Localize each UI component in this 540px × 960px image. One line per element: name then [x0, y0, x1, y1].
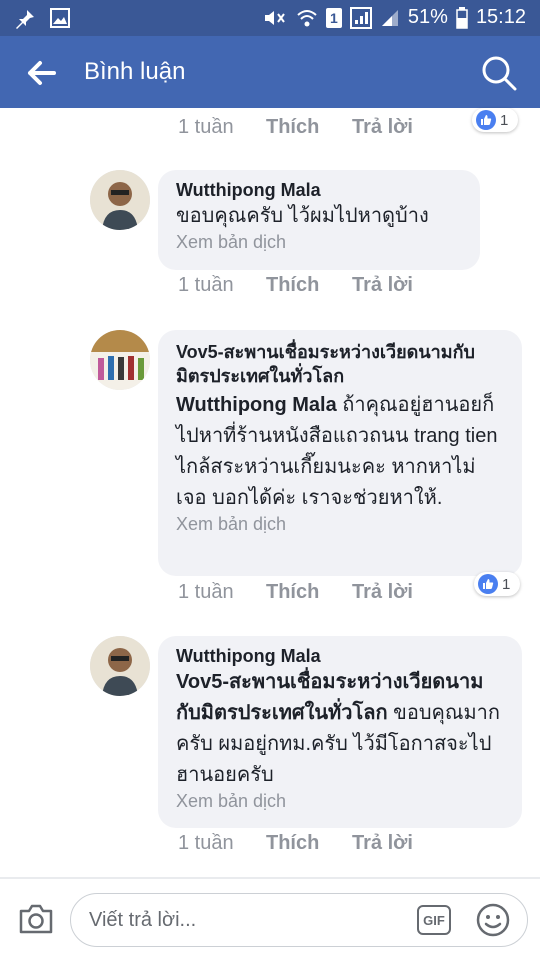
reply-button[interactable]: Trả lời	[352, 274, 413, 297]
search-icon[interactable]	[480, 54, 518, 92]
battery-icon	[456, 6, 468, 29]
reply-placeholder: Viết trả lời...	[89, 909, 197, 931]
comment-bubble: Wutthipong Mala ขอบคุณครับ ไว้ผมไปหาดูบ้…	[158, 170, 480, 270]
comment-meta: 1 tuần Thích Trả lời	[178, 832, 413, 855]
like-button[interactable]: Thích	[266, 832, 352, 855]
comment-meta: 1 tuần Thích Trả lời	[178, 581, 413, 604]
comment-time: 1 tuần	[178, 116, 234, 138]
like-reaction-icon	[478, 574, 498, 594]
comment-meta: 1 tuần Thích Trả lời	[178, 274, 413, 297]
comment-author[interactable]: Wutthipong Mala	[176, 646, 504, 667]
signal-icon	[381, 9, 398, 26]
gallery-icon	[50, 8, 70, 28]
see-translation-link[interactable]: Xem bản dịch	[176, 791, 504, 812]
avatar[interactable]	[90, 170, 150, 230]
comment-author[interactable]: Vov5-สะพานเชื่อมระหว่างเวียดนามกับมิตรปร…	[176, 340, 504, 388]
mute-icon	[264, 10, 285, 25]
comment-author[interactable]: Wutthipong Mala	[176, 180, 462, 201]
pin-icon	[16, 10, 34, 29]
reaction-count[interactable]: 1	[472, 108, 519, 132]
like-button[interactable]: Thích	[266, 116, 352, 139]
wifi-icon	[297, 9, 317, 26]
like-button[interactable]: Thích	[266, 581, 352, 604]
app-bar: Bình luận	[0, 36, 540, 108]
comment-bubble: Wutthipong Mala Vov5-สะพานเชื่อมระหว่างเ…	[158, 636, 522, 828]
comments-list: 1 tuần Thích Trả lời 1 Wutthipong Mala ข…	[0, 108, 540, 878]
sim-badge: 1	[325, 7, 342, 28]
reaction-number: 1	[502, 575, 511, 593]
like-reaction-icon	[476, 110, 496, 130]
see-translation-link[interactable]: Xem bản dịch	[176, 232, 462, 253]
battery-percent: 51%	[407, 6, 448, 28]
reply-button[interactable]: Trả lời	[352, 832, 413, 855]
comment-bubble: Vov5-สะพานเชื่อมระหว่างเวียดนามกับมิตรปร…	[158, 330, 522, 576]
like-button[interactable]: Thích	[266, 274, 352, 297]
comment-meta: 1 tuần Thích Trả lời	[178, 116, 413, 139]
signal-box-icon	[349, 6, 372, 29]
reply-composer: Viết trả lời... GIF	[0, 879, 540, 960]
gif-button[interactable]: GIF	[417, 905, 451, 935]
clock: 15:12	[475, 6, 526, 28]
back-arrow-icon[interactable]	[24, 56, 58, 90]
reply-button[interactable]: Trả lời	[352, 581, 413, 604]
comment-time: 1 tuần	[178, 832, 234, 854]
sticker-icon[interactable]	[476, 903, 510, 937]
reply-input[interactable]: Viết trả lời... GIF	[70, 893, 528, 947]
comment-time: 1 tuần	[178, 581, 234, 603]
reaction-number: 1	[500, 111, 509, 129]
comment-text: ขอบคุณครับ ไว้ผมไปหาดูบ้าง	[176, 205, 429, 227]
page-title: Bình luận	[84, 58, 186, 85]
mention-link[interactable]: Wutthipong Mala	[176, 394, 337, 416]
avatar[interactable]	[90, 330, 150, 390]
avatar[interactable]	[90, 636, 150, 696]
reaction-count[interactable]: 1	[474, 572, 521, 596]
see-translation-link[interactable]: Xem bản dịch	[176, 514, 504, 535]
reply-button[interactable]: Trả lời	[352, 116, 413, 139]
camera-icon[interactable]	[18, 903, 54, 935]
status-bar: 1 51% 15:12	[0, 0, 540, 36]
comment-time: 1 tuần	[178, 274, 234, 296]
